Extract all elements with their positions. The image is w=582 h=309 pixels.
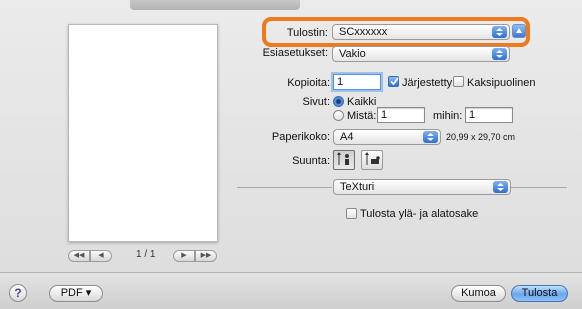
popup-arrows-icon xyxy=(492,48,507,60)
pages-all-radio[interactable] xyxy=(333,96,344,107)
pages-to-label: mihin: xyxy=(433,110,463,122)
page-count: 1 / 1 xyxy=(136,249,156,260)
section-divider-left xyxy=(237,187,332,188)
portrait-orientation-button[interactable] xyxy=(333,150,355,170)
two-sided-label: Kaksipuolinen xyxy=(467,77,536,89)
print-header-footer-checkbox[interactable] xyxy=(346,208,357,219)
pages-to-field[interactable]: 1 xyxy=(465,107,513,123)
landscape-orientation-button[interactable] xyxy=(361,150,383,170)
first-page-button[interactable]: ◀◀ xyxy=(68,250,90,262)
two-sided-checkbox[interactable] xyxy=(453,76,464,87)
section-divider-right xyxy=(511,187,567,188)
help-button[interactable]: ? xyxy=(9,284,27,302)
print-button[interactable]: Tulosta xyxy=(511,285,568,302)
section-value: TeXturi xyxy=(340,181,375,193)
copies-field[interactable]: 1 xyxy=(333,74,381,90)
collated-checkbox[interactable] xyxy=(388,76,399,87)
popup-arrows-icon xyxy=(423,131,438,143)
portrait-person-icon xyxy=(337,152,349,165)
paper-dimensions: 20,99 x 29,70 cm xyxy=(446,132,516,142)
pages-from-label: Mistä: xyxy=(347,110,377,122)
cancel-button[interactable]: Kumoa xyxy=(451,285,506,302)
orientation-label: Suunta: xyxy=(292,155,330,167)
previous-page-button[interactable]: ◀ xyxy=(90,250,112,262)
pages-label: Sivut: xyxy=(302,96,330,108)
pages-all-label: Kaikki xyxy=(347,96,377,108)
section-select[interactable]: TeXturi xyxy=(333,179,511,195)
print-header-footer-label: Tulosta ylä- ja alatosake xyxy=(360,208,479,220)
presets-value: Vakio xyxy=(339,48,366,60)
pdf-menu-button[interactable]: PDF ▾ xyxy=(49,285,103,302)
paper-size-label: Paperikoko: xyxy=(271,131,330,143)
preview-nav-back: ◀◀ ◀ xyxy=(68,250,112,264)
presets-label: Esiasetukset: xyxy=(262,47,328,59)
popup-arrows-icon xyxy=(493,181,508,193)
pages-from-field[interactable]: 1 xyxy=(377,107,425,123)
print-dialog: ◀◀ ◀ 1 / 1 ▶ ▶▶ Tulostin: SCxxxxxx Esias… xyxy=(0,0,582,309)
pages-range-radio[interactable] xyxy=(333,110,344,121)
presets-select[interactable]: Vakio xyxy=(332,46,510,62)
printer-highlight-callout xyxy=(262,17,530,47)
next-page-button[interactable]: ▶ xyxy=(173,250,195,262)
paper-size-select[interactable]: A4 xyxy=(333,129,441,145)
last-page-button[interactable]: ▶▶ xyxy=(195,250,217,262)
copies-label: Kopioita: xyxy=(287,77,330,89)
page-preview xyxy=(68,24,218,242)
preview-nav-forward: ▶ ▶▶ xyxy=(173,250,217,264)
landscape-person-icon xyxy=(365,152,380,165)
paper-size-value: A4 xyxy=(340,131,354,143)
window-titlebar-strip xyxy=(130,0,300,10)
collated-label: Järjestetty xyxy=(402,77,453,89)
